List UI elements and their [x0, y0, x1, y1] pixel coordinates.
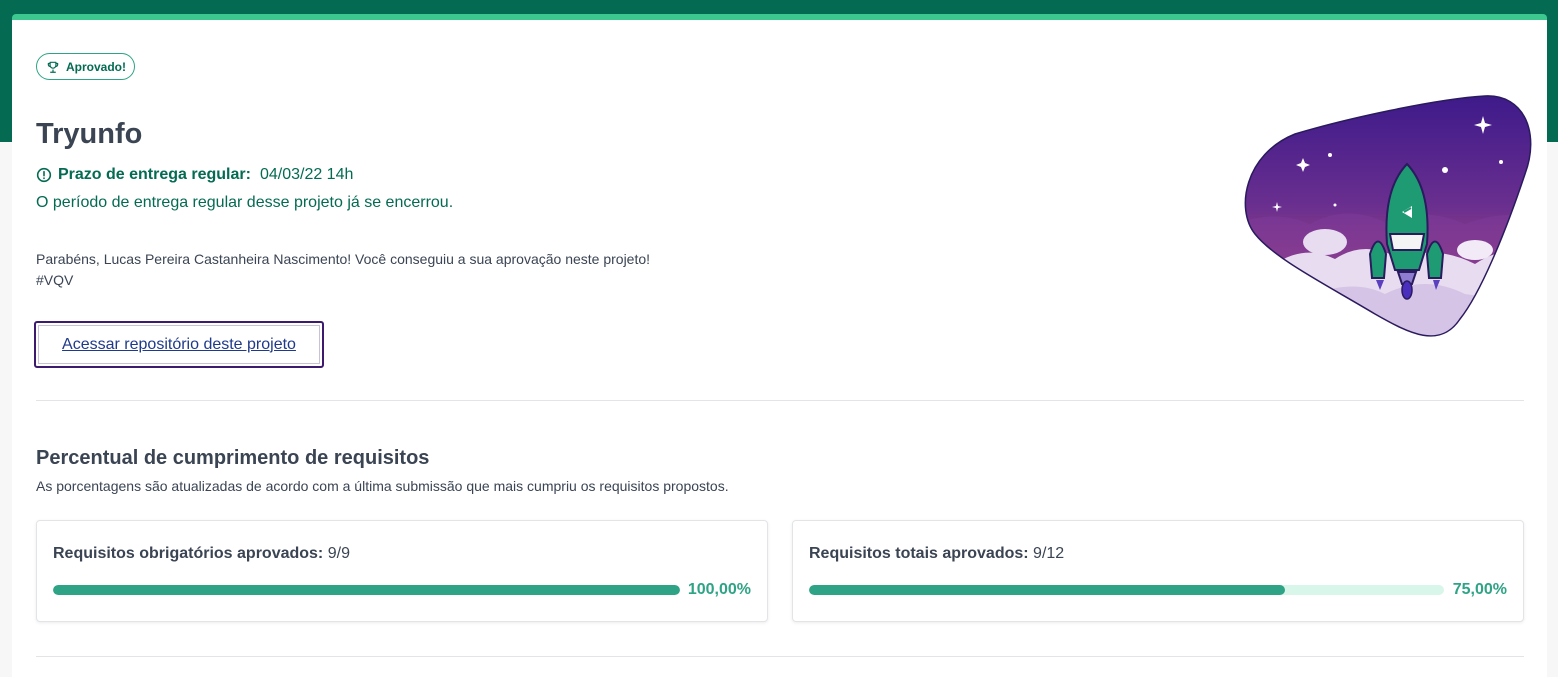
- deadline-label: Prazo de entrega regular:: [58, 166, 251, 183]
- congrats-line: Parabéns, Lucas Pereira Castanheira Nasc…: [36, 251, 651, 267]
- requirements-label-text: Requisitos obrigatórios aprovados:: [53, 545, 324, 562]
- section-divider: [36, 656, 1524, 657]
- alert-circle-icon: [36, 167, 52, 183]
- requirements-count: 9/12: [1033, 545, 1065, 562]
- repository-link-label[interactable]: Acessar repositório deste projeto: [62, 336, 296, 354]
- requirements-section-title: Percentual de cumprimento de requisitos: [36, 447, 430, 469]
- progress-bar-fill: [809, 585, 1286, 595]
- page-title: Tryunfo: [36, 118, 143, 150]
- progress-bar: [809, 585, 1444, 595]
- deadline-closed-message: O período de entrega regular desse proje…: [36, 194, 454, 211]
- requirements-label: Requisitos obrigatórios aprovados: 9/9: [53, 545, 350, 563]
- requirements-label-text: Requisitos totais aprovados:: [809, 545, 1029, 562]
- progress-percent: 75,00%: [1452, 581, 1507, 598]
- rocket-illustration: [1244, 95, 1532, 337]
- congrats-message: Parabéns, Lucas Pereira Castanheira Nasc…: [36, 249, 650, 291]
- requirements-label: Requisitos totais aprovados: 9/12: [809, 545, 1064, 563]
- trophy-icon: [47, 61, 59, 73]
- progress-bar-fill: [53, 585, 680, 595]
- progress-bar: [53, 585, 680, 595]
- deadline-value: 04/03/22 14h: [259, 166, 354, 183]
- repository-link-button[interactable]: Acessar repositório deste projeto: [34, 321, 324, 368]
- section-divider: [36, 400, 1524, 401]
- deadline-row: Prazo de entrega regular: 04/03/22 14h: [36, 166, 353, 184]
- total-requirements-card: Requisitos totais aprovados: 9/12 75,00%: [792, 520, 1524, 622]
- requirements-section-subtitle: As porcentagens são atualizadas de acord…: [36, 478, 729, 494]
- progress-percent: 100,00%: [687, 581, 751, 598]
- status-badge-label: Aprovado!: [66, 59, 126, 74]
- mandatory-requirements-card: Requisitos obrigatórios aprovados: 9/9 1…: [36, 520, 768, 622]
- congrats-hashtag: #VQV: [36, 272, 74, 288]
- project-card: Aprovado! Tryunfo Prazo de entrega regul…: [12, 14, 1547, 677]
- status-badge: Aprovado!: [36, 53, 135, 80]
- requirements-count: 9/9: [327, 545, 350, 562]
